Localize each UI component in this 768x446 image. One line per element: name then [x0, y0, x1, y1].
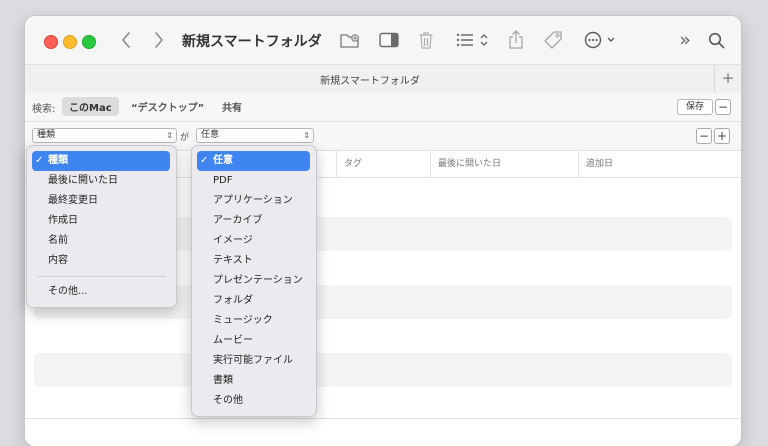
search-button[interactable]	[705, 28, 727, 52]
add-criteria-button[interactable]: +	[714, 128, 730, 144]
more-toolbar-items-icon[interactable]: »	[677, 28, 693, 52]
ellipsis-circle-icon	[584, 31, 615, 49]
column-tags[interactable]: タグ	[336, 151, 430, 177]
kind-popup[interactable]: 任意 ⇕	[196, 128, 314, 143]
kind-menu-item-any[interactable]: ✓ 任意	[197, 151, 310, 171]
kind-menu-item-image[interactable]: イメージ	[197, 231, 253, 251]
popup-arrows-icon: ⇕	[166, 131, 173, 140]
attribute-popup-value: 種類	[37, 130, 56, 140]
zoom-window-button[interactable]	[82, 35, 96, 49]
column-last-opened[interactable]: 最後に開いた日	[430, 151, 578, 177]
list-row-stripe	[34, 353, 732, 387]
kind-menu-item-presentation[interactable]: プレゼンテーション	[197, 271, 303, 291]
show-preview-button[interactable]	[377, 28, 401, 52]
attribute-menu-item-name[interactable]: 名前	[32, 231, 68, 251]
new-folder-button[interactable]	[338, 28, 362, 52]
criteria-connector: が	[180, 133, 190, 143]
action-menu-button[interactable]	[582, 28, 618, 52]
trash-button[interactable]	[416, 28, 436, 52]
menu-separator	[37, 276, 166, 277]
tab-title[interactable]: 新規スマートフォルダ	[25, 72, 715, 87]
kind-menu: ✓ 任意 PDF アプリケーション アーカイブ イメージ テキスト プレゼンテーシ…	[191, 145, 317, 417]
kind-menu-item-folder[interactable]: フォルダ	[197, 291, 253, 311]
tag-icon	[544, 31, 562, 49]
attribute-menu-item-created[interactable]: 作成日	[32, 211, 78, 231]
search-label: 検索:	[32, 104, 56, 115]
kind-menu-item-executable[interactable]: 実行可能ファイル	[197, 351, 293, 371]
share-icon	[509, 30, 523, 49]
scope-desktop[interactable]: “デスクトップ”	[124, 97, 211, 116]
attribute-popup[interactable]: 種類 ⇕	[32, 128, 177, 143]
attribute-menu-item-contents[interactable]: 内容	[32, 251, 68, 271]
list-view-icon	[456, 33, 488, 47]
status-bar	[25, 418, 741, 446]
kind-menu-item-pdf[interactable]: PDF	[197, 171, 232, 191]
kind-menu-item-other[interactable]: その他	[197, 391, 243, 411]
share-button[interactable]	[506, 28, 526, 52]
kind-popup-value: 任意	[201, 130, 220, 140]
back-button[interactable]	[117, 28, 135, 52]
tag-button[interactable]	[542, 28, 564, 52]
view-options-button[interactable]	[455, 28, 491, 52]
chevron-left-icon	[122, 32, 130, 48]
kind-menu-item-music[interactable]: ミュージック	[197, 311, 273, 331]
kind-menu-item-text[interactable]: テキスト	[197, 251, 253, 271]
attribute-menu-item-kind[interactable]: ✓ 種類	[32, 151, 170, 171]
sidebar-right-icon	[379, 32, 399, 48]
search-icon	[708, 32, 724, 48]
save-button[interactable]: 保存	[677, 99, 713, 115]
scope-this-mac[interactable]: このMac	[62, 97, 119, 116]
remove-search-button[interactable]: −	[715, 99, 731, 115]
kind-menu-item-movie[interactable]: ムービー	[197, 331, 253, 351]
kind-menu-item-application[interactable]: アプリケーション	[197, 191, 293, 211]
popup-arrows-icon: ⇕	[303, 131, 310, 140]
kind-menu-item-document[interactable]: 書類	[197, 371, 233, 391]
attribute-menu-item-modified[interactable]: 最終変更日	[32, 191, 98, 211]
forward-button[interactable]	[150, 28, 168, 52]
trash-icon	[419, 32, 433, 49]
window-title: 新規スマートフォルダ	[182, 34, 322, 50]
kind-menu-item-archive[interactable]: アーカイブ	[197, 211, 262, 231]
attribute-menu-item-other[interactable]: その他...	[32, 282, 88, 302]
attribute-menu: ✓ 種類 最後に開いた日 最終変更日 作成日 名前 内容 その他...	[26, 145, 177, 308]
checkmark-icon: ✓	[200, 155, 209, 166]
checkmark-icon: ✓	[35, 155, 44, 166]
close-window-button[interactable]	[44, 35, 58, 49]
attribute-menu-item-last-opened[interactable]: 最後に開いた日	[32, 171, 118, 191]
toolbar: 新規スマートフォルダ »	[25, 16, 741, 64]
chevron-right-icon	[155, 32, 163, 48]
minimize-window-button[interactable]	[63, 35, 77, 49]
column-date-added[interactable]: 追加日	[578, 151, 741, 177]
remove-criteria-button[interactable]: −	[696, 128, 712, 144]
search-scope-bar: 検索: このMac “デスクトップ” 共有 保存 −	[25, 93, 741, 122]
new-tab-button[interactable]: +	[714, 65, 741, 93]
new-folder-icon	[340, 34, 359, 48]
tab-bar: 新規スマートフォルダ +	[25, 64, 741, 94]
scope-shared[interactable]: 共有	[215, 97, 249, 116]
